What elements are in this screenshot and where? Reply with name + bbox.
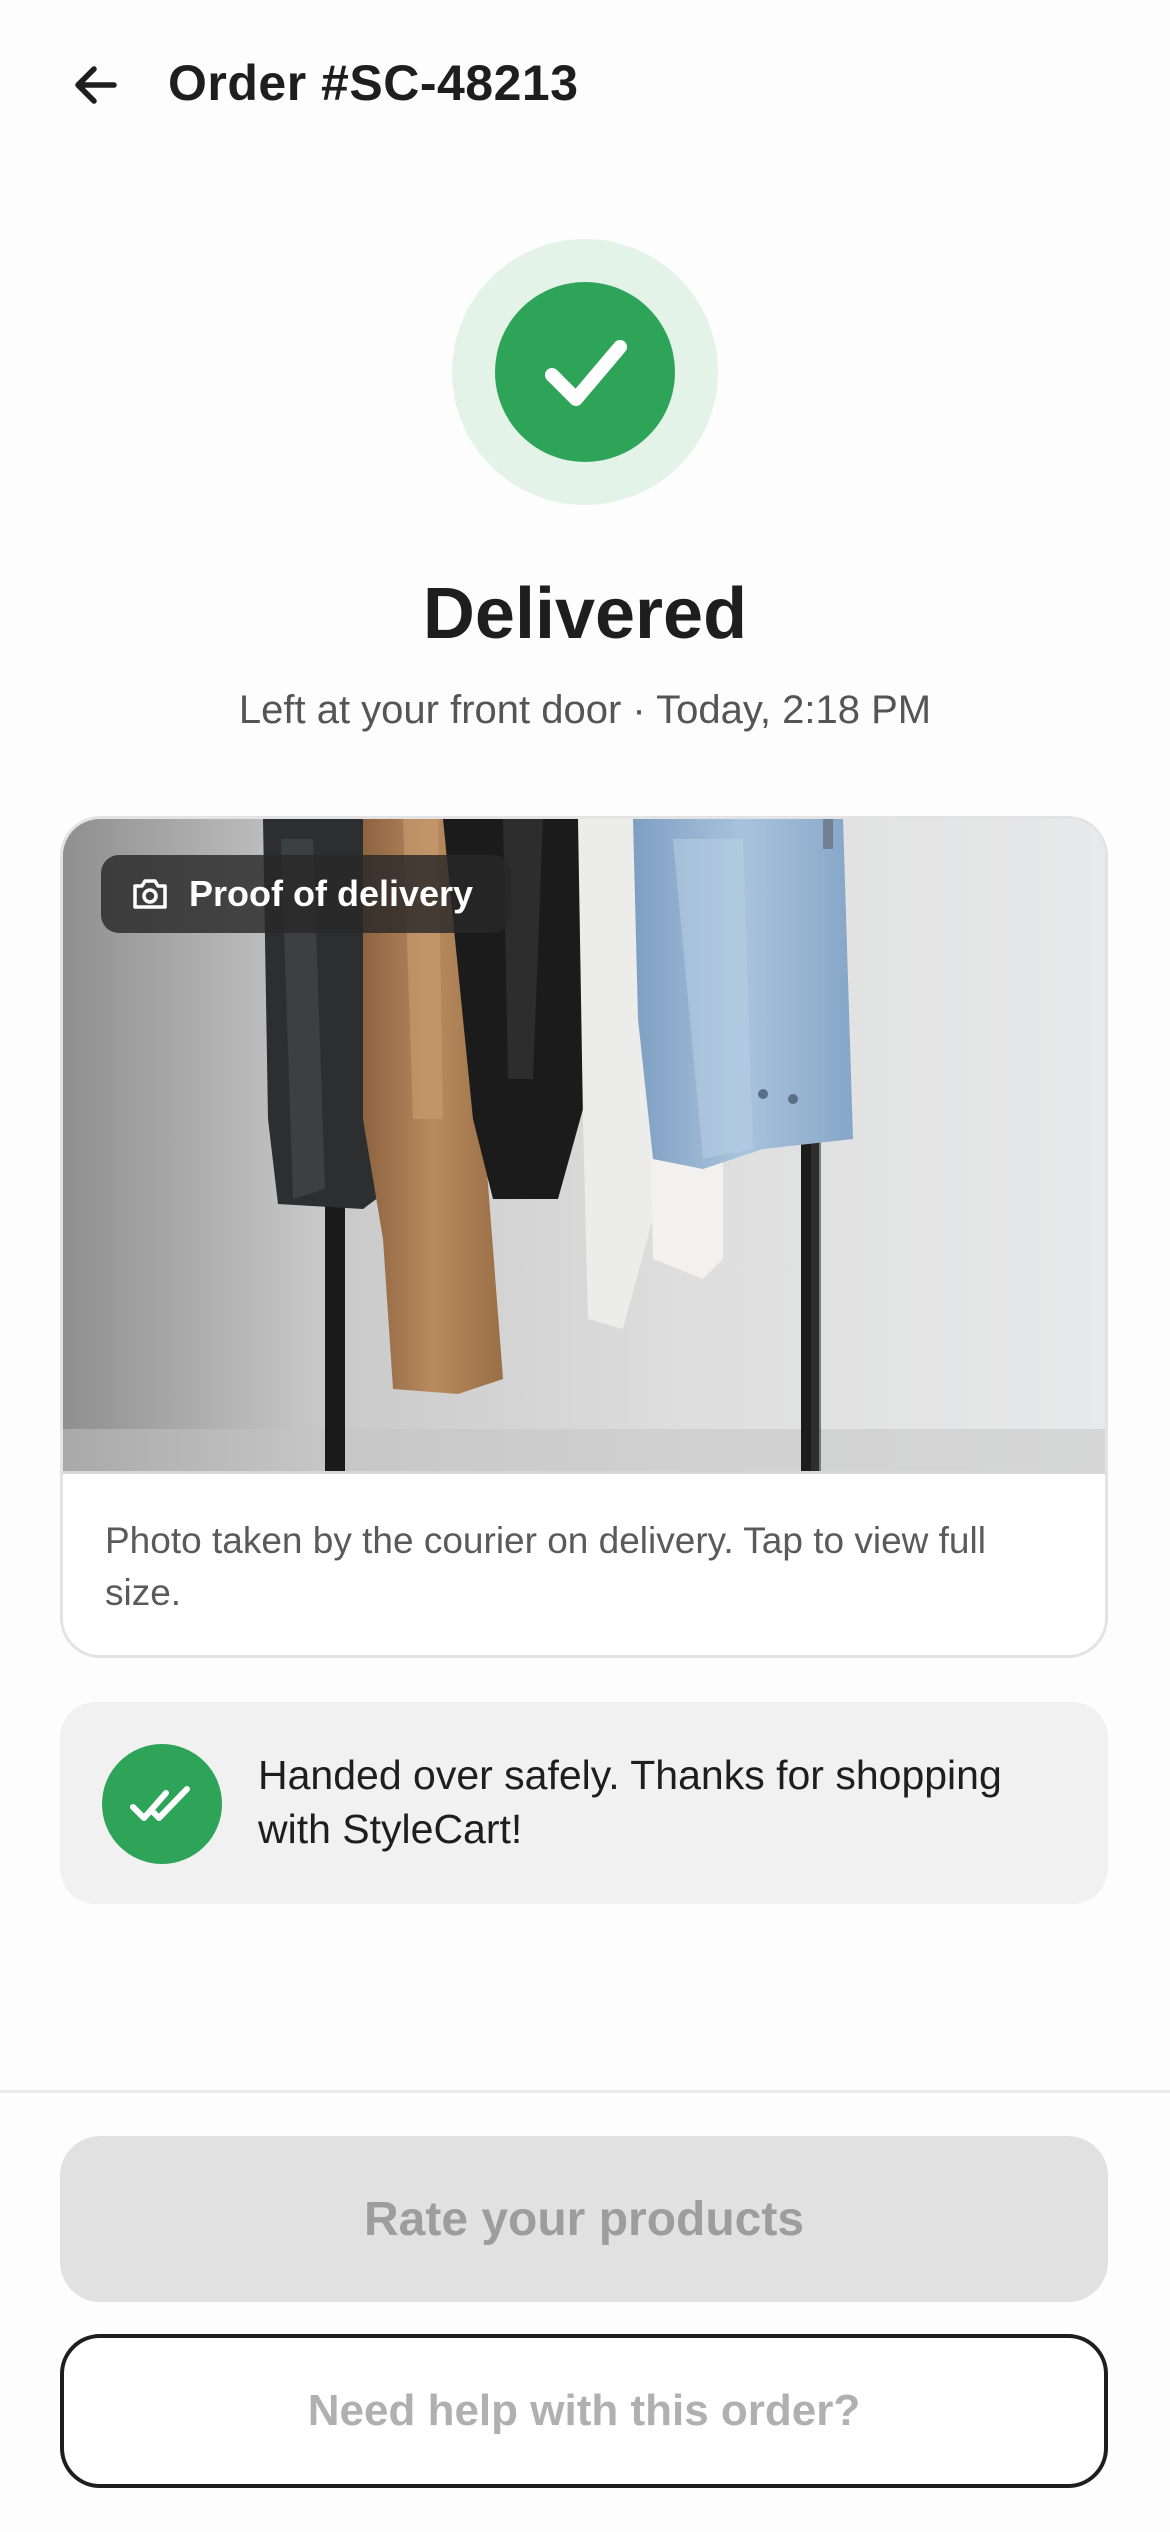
order-title: Order #SC-48213 bbox=[168, 55, 579, 111]
handed-over-icon-circle bbox=[102, 1744, 222, 1864]
delivery-status-title: Delivered bbox=[422, 574, 748, 654]
camera-icon bbox=[133, 879, 167, 909]
proof-of-delivery-card[interactable]: Proof of delivery Photo taken by the cou… bbox=[60, 816, 1108, 1658]
status-icon-ring bbox=[452, 239, 718, 505]
arrow-left-icon bbox=[75, 66, 117, 104]
rate-products-button[interactable]: Rate your products bbox=[60, 2136, 1108, 2302]
clothes-rack-photo[interactable]: Proof of delivery bbox=[63, 819, 1105, 1471]
handed-over-message: Handed over safely. Thanks for shopping … bbox=[258, 1752, 1002, 1852]
proof-badge-label: Proof of delivery bbox=[189, 873, 474, 914]
proof-caption: Photo taken by the courier on delivery. … bbox=[105, 1520, 986, 1613]
top-bar: Order #SC-48213 bbox=[0, 0, 1170, 170]
photo-divider bbox=[63, 1471, 1105, 1474]
order-delivered-screen: Order #SC-48213 Delivered Left at your f… bbox=[0, 0, 1170, 2532]
delivery-status-subtitle: Left at your front door · Today, 2:18 PM bbox=[238, 688, 932, 732]
double-check-icon bbox=[130, 1786, 190, 1821]
footer-divider bbox=[0, 2090, 1170, 2093]
status-icon-circle bbox=[495, 282, 675, 462]
order-help-button[interactable]: Need help with this order? bbox=[60, 2334, 1108, 2488]
handed-over-card: Handed over safely. Thanks for shopping … bbox=[60, 1702, 1108, 1904]
back-button[interactable] bbox=[56, 50, 136, 120]
proof-of-delivery-badge: Proof of delivery bbox=[101, 855, 512, 933]
checkmark-icon bbox=[545, 340, 627, 406]
